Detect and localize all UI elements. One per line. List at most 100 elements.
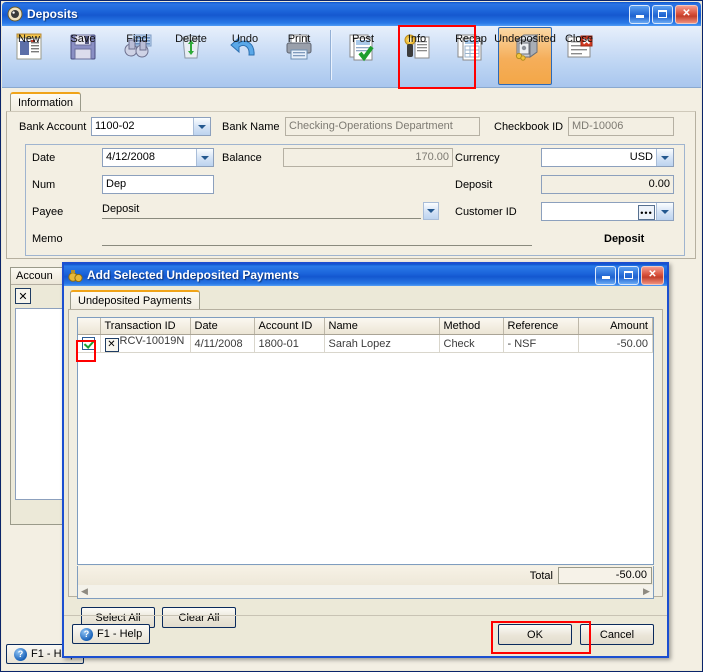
toolbar-button-find[interactable]: Find [110,27,164,85]
table-header-row: Transaction ID Date Account ID Name Meth… [78,318,653,335]
dialog-body: Undeposited Payments Transaction ID Date [64,286,667,656]
date-column-header[interactable]: Date [190,318,255,335]
amount-column-header[interactable]: Amount [578,318,653,335]
toolbar-label-save: Save [70,33,96,45]
toolbar-label-undo: Undo [231,33,259,45]
toolbar-button-save[interactable]: Save [56,27,110,85]
payee-label: Payee [32,206,64,218]
chevron-down-icon[interactable] [196,149,213,166]
reference-column-header[interactable]: Reference [503,318,579,335]
bank-name-field: Checking-Operations Department [285,117,480,136]
money-bag-icon [68,268,83,283]
payee-field[interactable]: Deposit [102,202,421,219]
currency-combo[interactable]: USD [541,148,674,167]
toolbar-button-new[interactable]: New [2,27,56,85]
payee-chevron-down-icon[interactable] [423,202,439,220]
method-column-header[interactable]: Method [439,318,504,335]
date-value: 4/12/2008 [106,151,155,163]
balance-field: 170.00 [283,148,453,167]
row-transaction-id: RCV-10019N [119,335,185,347]
toolbar-button-print[interactable]: Print [272,27,326,85]
scroll-right-icon[interactable]: ▶ [640,586,653,597]
total-value: -50.00 [558,567,652,584]
toolbar-label-recap: Recap [455,33,487,45]
ok-button[interactable]: OK [498,624,572,645]
dialog-maximize-button[interactable] [618,265,639,285]
dialog-bottom-bar: ? F1 - Help OK Cancel [64,615,667,656]
dialog-help-button[interactable]: ? F1 - Help [72,624,151,644]
chevron-down-icon[interactable] [193,118,210,135]
lookup-ellipsis-icon[interactable]: ••• [638,205,655,220]
row-amount: -50.00 [578,334,653,353]
undeposited-payments-panel: Transaction ID Date Account ID Name Meth… [68,309,663,628]
toolbar-button-undeposited[interactable]: Undeposited [494,27,556,85]
dialog-help-label: F1 - Help [97,628,143,640]
toolbar-label-find: Find [126,33,148,45]
scroll-left-icon[interactable]: ◀ [78,586,91,597]
toolbar-label-new: New [17,33,40,45]
num-field[interactable]: Dep [102,175,214,194]
row-account-id: 1800-01 [254,334,325,353]
row-select-cell[interactable] [78,334,101,353]
chevron-down-icon[interactable] [656,149,673,166]
cancel-button[interactable]: Cancel [580,624,654,645]
row-transaction-id-cell: ✕ RCV-10019N [100,334,191,353]
grid-horizontal-scrollbar[interactable]: ◀ ▶ [77,585,654,599]
account-id-column-header[interactable]: Account ID [254,318,325,335]
dialog-close-icon[interactable]: ✕ [641,265,664,285]
question-mark-icon: ? [14,647,27,661]
memo-field[interactable] [102,229,532,246]
row-date: 4/11/2008 [190,334,255,353]
toolbar-button-recap[interactable]: Recap [444,27,498,85]
toolbar-button-info[interactable]: Info [390,27,444,85]
deposit-amount-field[interactable]: 0.00 [541,175,674,194]
customer-id-combo[interactable]: ••• [541,202,674,221]
row-method: Check [439,334,504,353]
dialog-title: Add Selected Undeposited Payments [87,268,300,282]
main-tabstrip: Information [10,92,82,111]
tab-information[interactable]: Information [10,92,82,111]
toolbar-label-delete: Delete [175,33,207,45]
row-delete-icon[interactable]: ✕ [104,338,119,352]
toolbar-label-undeposited: Undeposited [494,33,556,45]
bank-account-value: 1100-02 [95,120,135,132]
date-combo[interactable]: 4/12/2008 [102,148,214,167]
minimize-button[interactable] [629,4,650,24]
delete-line-button[interactable]: ✕ [15,288,31,304]
transaction-id-column-header[interactable]: Transaction ID [100,318,191,335]
undeposited-payments-grid[interactable]: Transaction ID Date Account ID Name Meth… [77,317,654,565]
currency-label: Currency [455,152,500,164]
table-row[interactable]: ✕ RCV-10019N 4/11/2008 1800-01 Sarah Lope… [78,334,653,353]
row-reference: - NSF [503,334,579,353]
maximize-button[interactable] [652,4,673,24]
dialog-minimize-button[interactable] [595,265,616,285]
dialog-tabstrip: Undeposited Payments [70,290,200,309]
num-label: Num [32,179,56,191]
checkbook-id-label: Checkbook ID [494,121,564,133]
customer-id-value [542,203,638,220]
deposits-window-icon [7,6,23,22]
chevron-down-icon[interactable] [656,203,673,220]
main-titlebar: Deposits ✕ [2,2,701,26]
toolbar-separator [330,30,332,80]
toolbar-button-close[interactable]: Close [552,27,606,85]
toolbar-label-close: Close [564,33,594,45]
row-checkbox[interactable] [82,336,96,350]
toolbar-button-undo[interactable]: Undo [218,27,272,85]
toolbar-label-print: Print [287,33,311,45]
deposit-total-label: Deposit [604,233,645,245]
row-name: Sarah Lopez [324,334,440,353]
close-icon[interactable]: ✕ [675,4,698,24]
customer-id-label: Customer ID [455,206,517,218]
toolbar-button-post[interactable]: Post [336,27,390,85]
toolbar-button-delete[interactable]: Delete [164,27,218,85]
tab-undeposited-payments[interactable]: Undeposited Payments [70,290,200,309]
memo-label: Memo [32,233,63,245]
add-undeposited-payments-dialog: Add Selected Undeposited Payments ✕ Unde… [62,262,669,658]
payments-table: Transaction ID Date Account ID Name Meth… [78,318,653,353]
select-checkbox-column-header[interactable] [78,318,101,335]
date-label: Date [32,152,56,164]
name-column-header[interactable]: Name [324,318,440,335]
main-window-controls: ✕ [629,4,701,24]
bank-account-combo[interactable]: 1100-02 [91,117,211,136]
